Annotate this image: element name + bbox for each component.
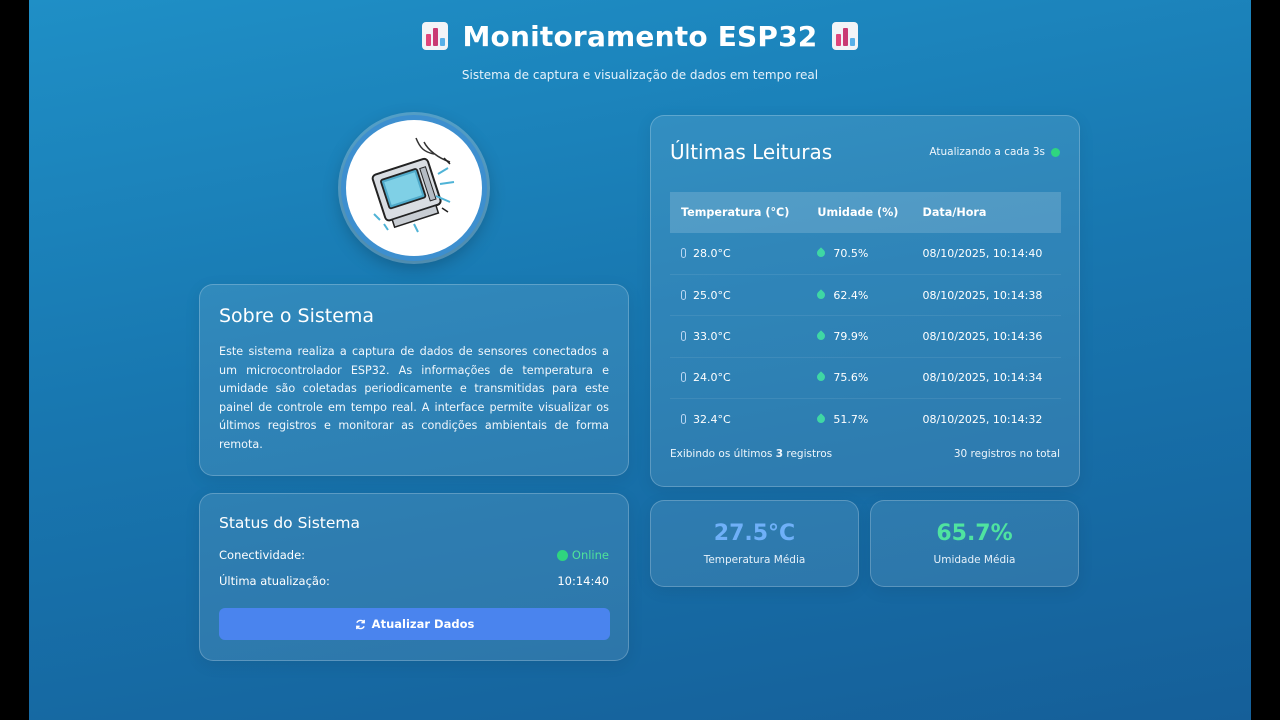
hum-cell: 62.4% — [806, 274, 912, 317]
table-row: 28.0°C 70.5% 08/10/2025, 10:14:40 — [670, 233, 1061, 275]
page-title: Monitoramento ESP32 — [462, 19, 818, 53]
refresh-data-button[interactable]: Atualizar Dados — [219, 608, 610, 640]
hum-value: 70.5% — [833, 246, 869, 260]
device-illustration — [341, 115, 487, 261]
thermometer-icon — [681, 247, 686, 258]
live-dot-icon — [1051, 147, 1060, 157]
last-update-label: Última atualização: — [219, 574, 330, 588]
readings-header: Últimas Leituras Atualizando a cada 3s — [670, 138, 1060, 166]
refresh-indicator: Atualizando a cada 3s — [929, 146, 1060, 158]
hum-value: 62.4% — [833, 288, 869, 302]
datetime-cell: 08/10/2025, 10:14:40 — [911, 233, 1061, 275]
hum-value: 79.9% — [833, 329, 869, 343]
last-update-row: Última atualização: 10:14:40 — [219, 568, 609, 594]
readings-title: Últimas Leituras — [670, 140, 833, 164]
table-row: 33.0°C 79.9% 08/10/2025, 10:14:36 — [670, 315, 1061, 358]
last-update-value: 10:14:40 — [557, 574, 609, 588]
hum-cell: 79.9% — [806, 315, 912, 358]
temp-cell: 28.0°C — [670, 233, 807, 275]
refresh-note: Atualizando a cada 3s — [929, 146, 1045, 158]
avg-humidity-label: Umidade Média — [933, 554, 1016, 566]
thermometer-icon — [681, 414, 686, 424]
online-dot-icon — [556, 549, 568, 561]
temp-value: 25.0°C — [693, 288, 731, 302]
temp-value: 32.4°C — [693, 413, 731, 426]
page: Monitoramento ESP32 Sistema de captura e… — [29, 0, 1251, 720]
connectivity-status: Online — [556, 548, 609, 562]
table-row: 25.0°C 62.4% 08/10/2025, 10:14:38 — [670, 274, 1061, 317]
table-header-row: Temperatura (°C) Umidade (%) Data/Hora — [670, 192, 1061, 233]
connectivity-label: Conectividade: — [219, 548, 306, 562]
temp-cell: 24.0°C — [670, 357, 807, 400]
sync-icon — [355, 619, 365, 629]
total-count: 30 registros no total — [953, 447, 1060, 460]
avg-temperature-card: 27.5°C Temperatura Média — [650, 500, 859, 587]
temp-cell: 33.0°C — [670, 315, 807, 358]
avg-humidity-value: 65.7% — [936, 521, 1013, 546]
datetime-cell: 08/10/2025, 10:14:32 — [922, 413, 1043, 426]
thermometer-icon — [681, 372, 686, 383]
droplet-icon — [815, 330, 828, 342]
broken-computer-icon — [371, 137, 455, 233]
readings-footer: Exibindo os últimos 3 registros 30 regis… — [670, 448, 1060, 460]
droplet-icon — [815, 371, 828, 384]
about-text: Este sistema realiza a captura de dados … — [219, 345, 609, 451]
title-row: Monitoramento ESP32 — [29, 14, 1251, 58]
droplet-icon — [815, 288, 828, 301]
readings-card: Últimas Leituras Atualizando a cada 3s T… — [650, 115, 1080, 487]
about-title: Sobre o Sistema — [219, 305, 375, 327]
avg-humidity-card: 65.7% Umidade Média — [870, 500, 1079, 587]
temp-value: 33.0°C — [693, 329, 731, 343]
page-header: Monitoramento ESP32 Sistema de captura e… — [29, 14, 1251, 82]
column-header-datetime[interactable]: Data/Hora — [912, 192, 1061, 233]
temp-value: 28.0°C — [693, 246, 731, 260]
bar-chart-icon — [831, 22, 858, 50]
showing-count: Exibindo os últimos 3 registros — [670, 448, 832, 460]
thermometer-icon — [681, 289, 686, 300]
showing-suffix: registros — [786, 447, 833, 460]
table-row: 24.0°C 75.6% 08/10/2025, 10:14:34 — [670, 357, 1061, 400]
temp-value: 24.0°C — [693, 371, 731, 385]
showing-number: 3 — [775, 447, 784, 460]
column-header-temperature[interactable]: Temperatura (°C) — [670, 192, 806, 233]
temp-cell: 32.4°C — [670, 399, 806, 440]
showing-prefix: Exibindo os últimos — [670, 447, 773, 460]
hum-cell: 51.7% — [806, 399, 911, 440]
thermometer-icon — [681, 330, 686, 341]
column-header-humidity[interactable]: Umidade (%) — [806, 192, 911, 233]
connectivity-value: Online — [571, 548, 609, 562]
datetime-cell: 08/10/2025, 10:14:34 — [911, 357, 1061, 400]
refresh-data-label: Atualizar Dados — [371, 617, 475, 631]
hum-value: 51.7% — [833, 413, 869, 426]
hum-value: 75.6% — [833, 371, 869, 385]
table-row: 32.4°C 51.7% 08/10/2025, 10:14:32 — [670, 399, 1061, 440]
temp-cell: 25.0°C — [670, 274, 807, 317]
page-subtitle: Sistema de captura e visualização de dad… — [461, 68, 819, 82]
readings-table: Temperatura (°C) Umidade (%) Data/Hora 2… — [670, 192, 1061, 440]
datetime-cell: 08/10/2025, 10:14:38 — [911, 274, 1061, 317]
bar-chart-icon — [422, 22, 449, 50]
droplet-icon — [815, 247, 828, 259]
droplet-icon — [815, 413, 828, 425]
avg-temperature-label: Temperatura Média — [703, 554, 806, 566]
about-card: Sobre o Sistema Este sistema realiza a c… — [199, 284, 629, 476]
hum-cell: 75.6% — [806, 357, 912, 400]
status-card: Status do Sistema Conectividade: Online … — [199, 493, 629, 661]
avg-temperature-value: 27.5°C — [713, 521, 796, 546]
datetime-cell: 08/10/2025, 10:14:36 — [911, 315, 1061, 358]
hum-cell: 70.5% — [806, 233, 912, 275]
status-title: Status do Sistema — [219, 514, 360, 532]
connectivity-row: Conectividade: Online — [219, 542, 609, 568]
